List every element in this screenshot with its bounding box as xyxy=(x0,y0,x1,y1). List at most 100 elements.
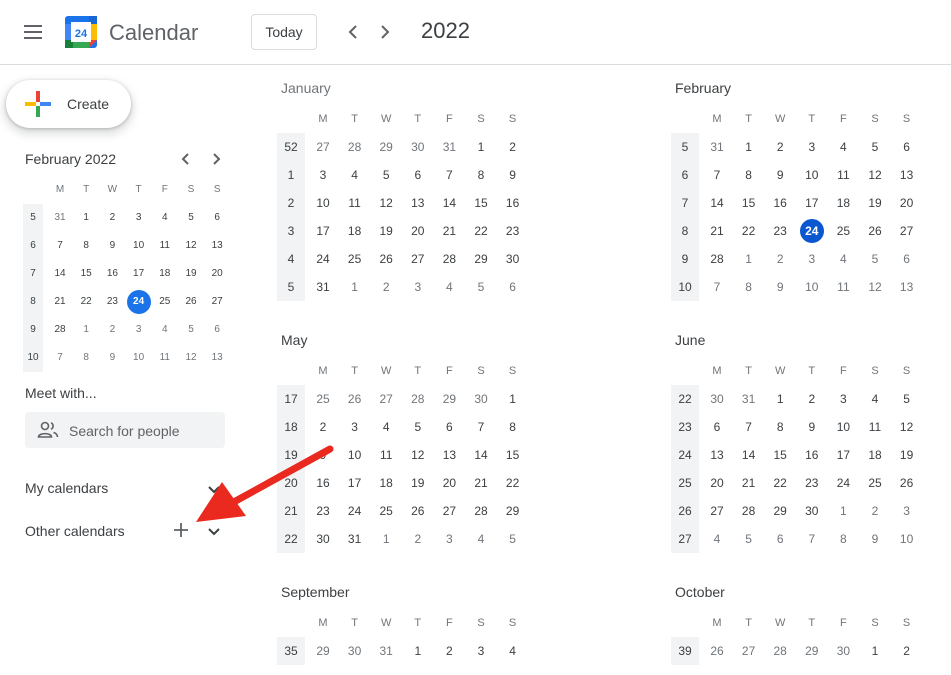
day-cell[interactable]: 29 xyxy=(499,497,527,525)
day-cell[interactable]: 2 xyxy=(798,385,826,413)
day-cell[interactable]: 1 xyxy=(735,133,763,161)
mini-day[interactable]: 4 xyxy=(152,205,178,231)
week-number[interactable]: 5 xyxy=(671,133,699,161)
week-number[interactable]: 21 xyxy=(277,497,305,525)
day-cell[interactable]: 22 xyxy=(499,469,527,497)
day-cell[interactable]: 6 xyxy=(893,245,921,273)
day-cell[interactable]: 14 xyxy=(703,189,731,217)
mini-day[interactable]: 26 xyxy=(178,289,204,315)
day-cell[interactable]: 28 xyxy=(766,637,794,665)
day-cell[interactable]: 13 xyxy=(893,161,921,189)
week-number[interactable]: 24 xyxy=(671,441,699,469)
day-cell[interactable]: 4 xyxy=(435,273,463,301)
day-cell[interactable]: 8 xyxy=(735,161,763,189)
day-cell[interactable]: 12 xyxy=(861,273,889,301)
day-cell[interactable]: 23 xyxy=(499,217,527,245)
day-cell[interactable]: 30 xyxy=(309,525,337,553)
day-cell[interactable]: 18 xyxy=(829,189,857,217)
day-cell[interactable]: 29 xyxy=(372,133,400,161)
day-cell[interactable]: 22 xyxy=(766,469,794,497)
day-cell[interactable]: 5 xyxy=(499,525,527,553)
mini-day[interactable]: 12 xyxy=(178,345,204,371)
day-cell[interactable]: 18 xyxy=(861,441,889,469)
mini-day[interactable]: 3 xyxy=(126,317,152,343)
mini-week-number[interactable]: 9 xyxy=(20,317,46,343)
day-cell[interactable]: 20 xyxy=(435,469,463,497)
day-cell[interactable]: 27 xyxy=(309,133,337,161)
day-cell[interactable]: 30 xyxy=(798,497,826,525)
day-cell[interactable]: 4 xyxy=(703,525,731,553)
day-cell[interactable]: 29 xyxy=(798,637,826,665)
day-cell[interactable]: 5 xyxy=(467,273,495,301)
today-button[interactable]: Today xyxy=(251,14,317,50)
day-cell[interactable]: 6 xyxy=(893,133,921,161)
day-cell[interactable]: 3 xyxy=(829,385,857,413)
day-cell[interactable]: 9 xyxy=(309,441,337,469)
day-cell[interactable]: 6 xyxy=(404,161,432,189)
create-button[interactable]: Create xyxy=(6,80,131,128)
day-cell[interactable]: 9 xyxy=(798,413,826,441)
day-cell[interactable]: 19 xyxy=(372,217,400,245)
week-number[interactable]: 35 xyxy=(277,637,305,665)
day-cell[interactable]: 25 xyxy=(309,385,337,413)
mini-day[interactable]: 20 xyxy=(204,261,230,287)
mini-day[interactable]: 25 xyxy=(152,289,178,315)
day-cell[interactable]: 26 xyxy=(341,385,369,413)
mini-day[interactable]: 12 xyxy=(178,233,204,259)
day-cell[interactable]: 2 xyxy=(372,273,400,301)
day-cell[interactable]: 26 xyxy=(861,217,889,245)
day-cell[interactable]: 30 xyxy=(341,637,369,665)
day-cell[interactable]: 15 xyxy=(499,441,527,469)
day-cell[interactable]: 7 xyxy=(798,525,826,553)
my-calendars-chevron-icon[interactable] xyxy=(202,477,226,501)
day-cell[interactable]: 17 xyxy=(829,441,857,469)
week-number[interactable]: 39 xyxy=(671,637,699,665)
mini-day[interactable]: 21 xyxy=(47,289,73,315)
mini-week-number[interactable]: 6 xyxy=(20,233,46,259)
day-cell[interactable]: 5 xyxy=(861,245,889,273)
mini-day[interactable]: 3 xyxy=(126,205,152,231)
day-cell[interactable]: 6 xyxy=(435,413,463,441)
mini-day[interactable]: 4 xyxy=(152,317,178,343)
day-cell[interactable]: 23 xyxy=(309,497,337,525)
day-cell[interactable]: 7 xyxy=(735,413,763,441)
day-cell[interactable]: 4 xyxy=(861,385,889,413)
day-cell[interactable]: 1 xyxy=(404,637,432,665)
day-cell[interactable]: 4 xyxy=(467,525,495,553)
mini-next-icon[interactable] xyxy=(206,149,226,169)
day-cell[interactable]: 21 xyxy=(703,217,731,245)
week-number[interactable]: 52 xyxy=(277,133,305,161)
week-number[interactable]: 26 xyxy=(671,497,699,525)
day-cell[interactable]: 25 xyxy=(372,497,400,525)
day-cell[interactable]: 7 xyxy=(467,413,495,441)
day-cell[interactable]: 4 xyxy=(829,133,857,161)
day-cell[interactable]: 17 xyxy=(341,469,369,497)
day-cell[interactable]: 5 xyxy=(735,525,763,553)
day-cell[interactable]: 30 xyxy=(829,637,857,665)
day-cell[interactable]: 12 xyxy=(893,413,921,441)
day-cell[interactable]: 24 xyxy=(341,497,369,525)
day-cell[interactable]: 3 xyxy=(467,637,495,665)
day-cell[interactable]: 28 xyxy=(435,245,463,273)
day-cell[interactable]: 19 xyxy=(861,189,889,217)
day-cell[interactable]: 28 xyxy=(703,245,731,273)
mini-day[interactable]: 7 xyxy=(47,345,73,371)
week-number[interactable]: 22 xyxy=(277,525,305,553)
mini-day[interactable]: 2 xyxy=(99,317,125,343)
day-cell[interactable]: 5 xyxy=(372,161,400,189)
day-cell[interactable]: 9 xyxy=(766,273,794,301)
day-cell[interactable]: 2 xyxy=(499,133,527,161)
day-cell[interactable]: 8 xyxy=(829,525,857,553)
day-cell[interactable]: 31 xyxy=(703,133,731,161)
mini-day[interactable]: 13 xyxy=(204,345,230,371)
day-cell[interactable]: 2 xyxy=(861,497,889,525)
day-cell[interactable]: 10 xyxy=(829,413,857,441)
day-cell[interactable]: 8 xyxy=(766,413,794,441)
day-cell[interactable]: 14 xyxy=(735,441,763,469)
day-cell[interactable]: 17 xyxy=(798,189,826,217)
day-cell[interactable]: 7 xyxy=(703,273,731,301)
mini-day[interactable]: 9 xyxy=(99,345,125,371)
day-cell[interactable]: 29 xyxy=(766,497,794,525)
day-cell[interactable]: 11 xyxy=(861,413,889,441)
day-cell[interactable]: 2 xyxy=(766,245,794,273)
